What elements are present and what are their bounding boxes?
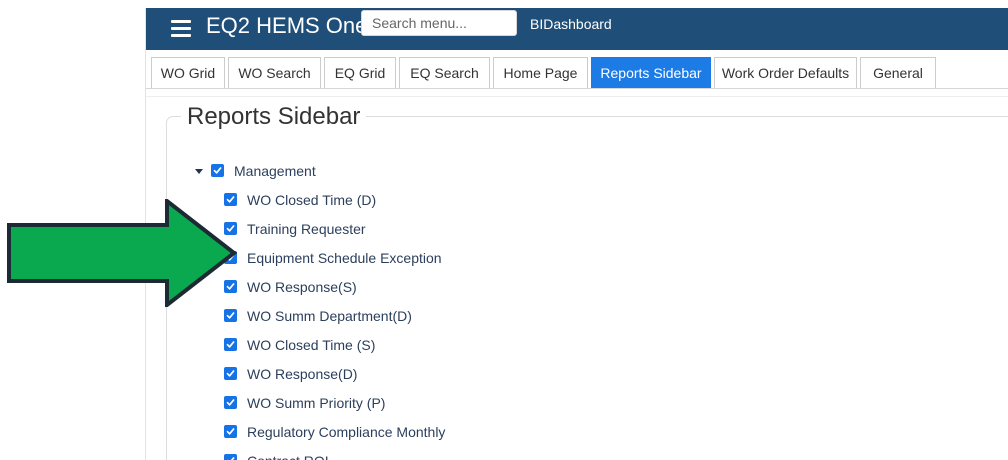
tree-item: WO Response(S) bbox=[224, 272, 943, 301]
tab-general[interactable]: General bbox=[860, 57, 936, 89]
reports-tree: Management WO Closed Time (D) Training R… bbox=[193, 156, 943, 460]
tree-item: Equipment Schedule Exception bbox=[224, 243, 943, 272]
tab-work-order-defaults[interactable]: Work Order Defaults bbox=[714, 57, 857, 89]
tab-eq-search[interactable]: EQ Search bbox=[399, 57, 490, 89]
tree-item: WO Response(D) bbox=[224, 359, 943, 388]
caret-down-icon[interactable] bbox=[193, 165, 205, 177]
bidashboard-link[interactable]: BIDashboard bbox=[530, 15, 612, 33]
screenshot-canvas: EQ2 HEMS One BIDashboard WO Grid WO Sear… bbox=[0, 0, 1008, 460]
tree-root-management: Management bbox=[193, 156, 943, 185]
tree-item-label[interactable]: WO Closed Time (D) bbox=[247, 191, 376, 209]
tree-item-label[interactable]: WO Response(D) bbox=[247, 365, 357, 383]
tab-wo-search[interactable]: WO Search bbox=[228, 57, 321, 89]
tab-divider bbox=[146, 88, 1008, 89]
wo-summ-department-d-checkbox[interactable] bbox=[224, 309, 237, 322]
search-menu-input[interactable] bbox=[361, 10, 517, 36]
tree-item-label[interactable]: Regulatory Compliance Monthly bbox=[247, 423, 445, 441]
tree-item-label[interactable]: WO Response(S) bbox=[247, 278, 357, 296]
tree-item-label[interactable]: Training Requester bbox=[247, 220, 366, 238]
tab-wo-grid[interactable]: WO Grid bbox=[151, 57, 225, 89]
tree-item: WO Closed Time (S) bbox=[224, 330, 943, 359]
management-children: WO Closed Time (D) Training Requester Eq… bbox=[193, 185, 943, 460]
wo-closed-time-s-checkbox[interactable] bbox=[224, 338, 237, 351]
tree-item-label[interactable]: WO Summ Priority (P) bbox=[247, 394, 385, 412]
wo-response-d-checkbox[interactable] bbox=[224, 367, 237, 380]
hamburger-menu-icon[interactable] bbox=[171, 20, 191, 38]
content-divider bbox=[146, 96, 1008, 97]
tree-item: WO Summ Department(D) bbox=[224, 301, 943, 330]
application-window: EQ2 HEMS One BIDashboard WO Grid WO Sear… bbox=[145, 8, 1008, 460]
wo-summ-priority-p-checkbox[interactable] bbox=[224, 396, 237, 409]
management-checkbox[interactable] bbox=[211, 164, 224, 177]
contract-roi-checkbox[interactable] bbox=[224, 454, 237, 460]
tree-item: WO Closed Time (D) bbox=[224, 185, 943, 214]
top-navigation-bar: EQ2 HEMS One BIDashboard bbox=[146, 8, 1008, 50]
management-label[interactable]: Management bbox=[234, 162, 316, 180]
tree-item-label[interactable]: WO Closed Time (S) bbox=[247, 336, 375, 354]
tree-item: Regulatory Compliance Monthly bbox=[224, 417, 943, 446]
tree-item-label[interactable]: Equipment Schedule Exception bbox=[247, 249, 442, 267]
app-title: EQ2 HEMS One bbox=[206, 13, 368, 38]
tab-home-page[interactable]: Home Page bbox=[493, 57, 588, 89]
settings-tabs: WO Grid WO Search EQ Grid EQ Search Home… bbox=[151, 57, 936, 89]
regulatory-compliance-monthly-checkbox[interactable] bbox=[224, 425, 237, 438]
tree-item: Contract ROI bbox=[224, 446, 943, 460]
callout-arrow bbox=[7, 196, 238, 310]
tree-item: WO Summ Priority (P) bbox=[224, 388, 943, 417]
tree-item-label[interactable]: Contract ROI bbox=[247, 452, 329, 460]
panel-title: Reports Sidebar bbox=[181, 104, 367, 130]
tab-eq-grid[interactable]: EQ Grid bbox=[324, 57, 396, 89]
right-arrow-icon bbox=[7, 196, 238, 310]
tree-item: Training Requester bbox=[224, 214, 943, 243]
tab-reports-sidebar[interactable]: Reports Sidebar bbox=[591, 57, 711, 89]
tree-item-label[interactable]: WO Summ Department(D) bbox=[247, 307, 412, 325]
